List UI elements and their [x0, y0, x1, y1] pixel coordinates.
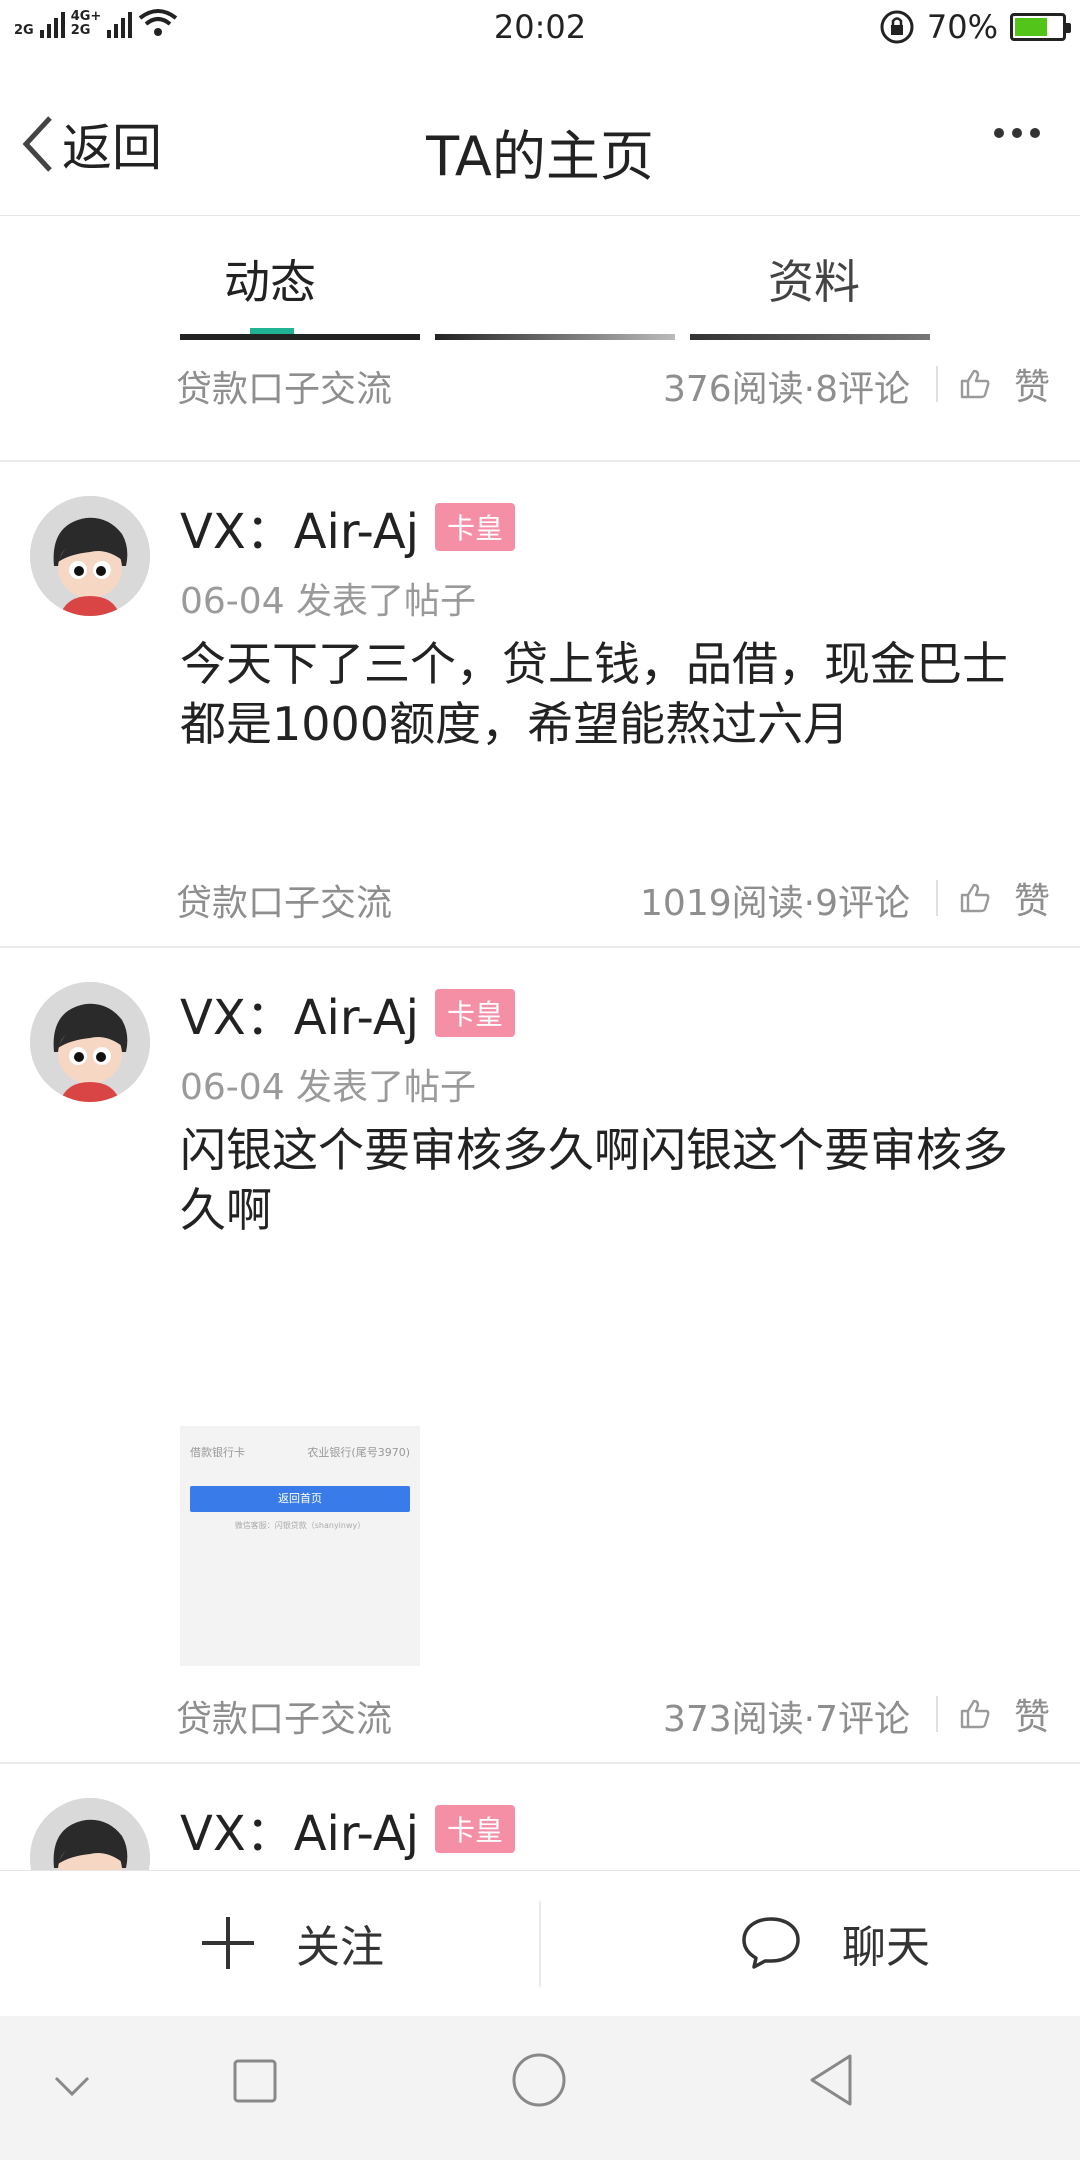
chevron-down-icon[interactable] [52, 2072, 92, 2102]
post-feed: 贷款口子交流 376阅读·8评论 赞 VX：Air-Aj 卡皇 06-04 发表… [0, 340, 1080, 1870]
avatar[interactable] [30, 496, 150, 616]
post-date: 06-04 发表了帖子 [180, 581, 477, 622]
topic-tag[interactable]: 贷款口子交流 [176, 360, 392, 412]
battery-icon [1010, 13, 1071, 41]
author-name-row: VX：Air-Aj 卡皇 [180, 1794, 516, 1864]
chat-label: 聊天 [842, 1922, 930, 1973]
avatar-image [30, 496, 150, 616]
bottom-action-bar: 关注 聊天 [0, 1870, 1080, 2016]
like-button[interactable]: 赞 [958, 358, 1050, 410]
more-dot-icon [994, 128, 1004, 138]
rank-badge: 卡皇 [435, 989, 516, 1037]
nav-bar: 返回 TA的主页 [0, 56, 1080, 216]
post-content[interactable]: 闪银这个要审核多久啊闪银这个要审核多久啊 [180, 1120, 1050, 1240]
thumbs-up-icon [960, 369, 990, 399]
home-icon[interactable] [511, 2052, 567, 2108]
battery-percent: 70% [926, 8, 998, 46]
post-stats: 373阅读·7评论 [662, 1699, 910, 1740]
system-nav-bar [0, 2016, 1080, 2160]
divider [936, 880, 938, 916]
follow-button[interactable]: 关注 [200, 1911, 384, 1975]
thumbs-up-icon [960, 1699, 990, 1729]
rotation-lock-icon [880, 10, 914, 44]
post-stats: 1019阅读·9评论 [640, 883, 910, 924]
like-button[interactable]: 赞 [958, 872, 1050, 924]
post-date: 06-04 发表了帖子 [180, 1067, 477, 1108]
image-button: 返回首页 [190, 1486, 410, 1512]
divider [936, 366, 938, 402]
post-meta: 贷款口子交流 1019阅读·9评论 赞 [0, 856, 1080, 936]
avatar[interactable] [30, 982, 150, 1102]
rank-badge: 卡皇 [435, 503, 516, 551]
like-label: 赞 [1013, 1697, 1050, 1738]
status-bar: 2G 4G+ 2G 20:02 70% [0, 0, 1080, 56]
divider [539, 1901, 541, 1987]
post-item[interactable]: VX：Air-Aj 卡皇 [0, 1764, 1080, 1870]
chat-button[interactable]: 聊天 [740, 1911, 930, 1975]
tab-profile[interactable]: 资料 [768, 246, 860, 312]
page-title: TA的主页 [426, 125, 654, 188]
divider [936, 1696, 938, 1732]
author-name-row: VX：Air-Aj 卡皇 [180, 492, 516, 562]
post-image[interactable]: 借款银行卡 农业银行(尾号3970) 返回首页 微信客服：闪银贷款（shanyi… [180, 1426, 420, 1666]
plus-icon [202, 1917, 254, 1969]
back-triangle-icon[interactable] [806, 2052, 856, 2108]
topic-tag[interactable]: 贷款口子交流 [176, 1690, 392, 1742]
recent-apps-icon[interactable] [232, 2058, 278, 2104]
post-stats: 376阅读·8评论 [662, 369, 910, 410]
author-name-row: VX：Air-Aj 卡皇 [180, 978, 516, 1048]
post-meta: 贷款口子交流 376阅读·8评论 赞 [0, 342, 1080, 422]
chat-bubble-icon [742, 1917, 800, 1969]
author-name[interactable]: VX：Air-Aj [180, 978, 419, 1048]
topic-tag[interactable]: 贷款口子交流 [176, 874, 392, 926]
like-label: 赞 [1013, 367, 1050, 408]
image-row-value: 农业银行(尾号3970) [307, 1446, 410, 1459]
image-row-label: 借款银行卡 [190, 1446, 245, 1459]
more-menu-button[interactable] [994, 128, 1040, 138]
like-button[interactable]: 赞 [958, 1688, 1050, 1740]
rank-badge: 卡皇 [435, 1805, 516, 1853]
image-row: 借款银行卡 农业银行(尾号3970) [190, 1444, 410, 1460]
post-content[interactable]: 今天下了三个，贷上钱，品借，现金巴士都是1000额度，希望能熬过六月 [180, 634, 1050, 754]
like-label: 赞 [1013, 881, 1050, 922]
author-name[interactable]: VX：Air-Aj [180, 492, 419, 562]
post-item[interactable]: VX：Air-Aj 卡皇 06-04 发表了帖子 闪银这个要审核多久啊闪银这个要… [0, 948, 1080, 1762]
tab-activity[interactable]: 动态 [224, 246, 316, 312]
post-item[interactable]: VX：Air-Aj 卡皇 06-04 发表了帖子 今天下了三个，贷上钱，品借，现… [0, 462, 1080, 946]
post-meta: 贷款口子交流 373阅读·7评论 赞 [0, 1672, 1080, 1752]
avatar[interactable] [30, 1798, 150, 1870]
more-dot-icon [1030, 128, 1040, 138]
thumbs-up-icon [960, 883, 990, 913]
author-name[interactable]: VX：Air-Aj [180, 1794, 419, 1864]
tab-bar: 动态 资料 [0, 216, 1080, 336]
avatar-image [30, 1798, 150, 1870]
follow-label: 关注 [296, 1922, 384, 1973]
avatar-image [30, 982, 150, 1102]
more-dot-icon [1012, 128, 1022, 138]
image-note: 微信客服：闪银贷款（shanyinwy） [234, 1521, 366, 1530]
